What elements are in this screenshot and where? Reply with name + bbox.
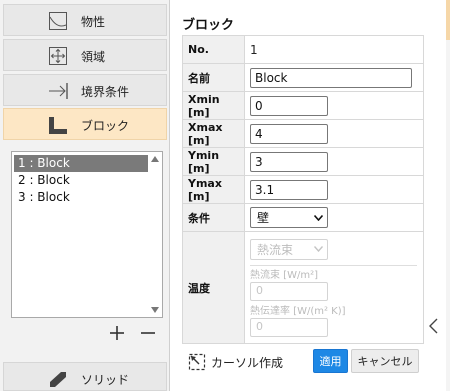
scrollbar-thumb[interactable] xyxy=(446,0,450,40)
ymin-field[interactable] xyxy=(250,151,328,172)
xmax-field[interactable] xyxy=(250,123,328,144)
nav-item-label: 境界条件 xyxy=(81,85,130,99)
table-row: No. 1 xyxy=(182,35,424,64)
nav-item-label: 物性 xyxy=(81,15,106,29)
temperature-label: 温度 xyxy=(182,231,245,344)
nav-item-label: 領域 xyxy=(81,50,106,64)
list-item[interactable]: 1 : Block xyxy=(14,155,148,172)
ymax-field[interactable] xyxy=(250,179,328,200)
boundary-arrow-icon xyxy=(49,83,68,99)
scroll-down-icon[interactable] xyxy=(151,306,159,314)
name-field[interactable] xyxy=(250,67,412,88)
cursor-create-label: カーソル作成 xyxy=(211,355,284,370)
table-row: 名前 xyxy=(182,63,424,92)
temperature-mode-select[interactable]: 熱流束 xyxy=(250,238,328,260)
temperature-mode-value: 熱流束 xyxy=(257,242,294,257)
nav-item-boundary[interactable]: 境界条件 xyxy=(3,74,167,106)
ymin-label: Ymin [m] xyxy=(182,147,245,176)
block-list[interactable]: 1 : Block 2 : Block 3 : Block xyxy=(11,151,163,318)
add-block-icon[interactable] xyxy=(107,323,127,343)
xmax-label: Xmax [m] xyxy=(182,119,245,148)
properties-table: No. 1 名前 Xmin [m] Xmax [m] Ymin [m] Ymax… xyxy=(182,35,424,344)
list-item[interactable]: 3 : Block xyxy=(14,189,148,206)
xmin-label: Xmin [m] xyxy=(182,91,245,120)
htc-field[interactable]: 0 xyxy=(250,317,328,337)
nav-item-block[interactable]: ブロック xyxy=(3,108,167,140)
heat-flux-label: 熱流束 [W/m²] xyxy=(250,269,318,281)
scroll-up-icon[interactable] xyxy=(151,155,159,163)
table-row: 条件 壁 xyxy=(182,203,424,232)
block-icon xyxy=(49,117,67,134)
table-row: Xmax [m] xyxy=(182,119,424,148)
apply-button[interactable]: 適用 xyxy=(313,349,348,373)
divider xyxy=(250,264,417,266)
list-item[interactable]: 2 : Block xyxy=(14,172,148,189)
domain-icon xyxy=(49,47,67,65)
condition-select-value: 壁 xyxy=(257,211,270,225)
block-properties-panel: ブロック No. 1 名前 Xmin [m] Xmax [m] Ymin [m]… xyxy=(174,0,446,391)
cancel-button[interactable]: キャンセル xyxy=(351,349,419,373)
nav-item-label: ブロック xyxy=(81,119,130,133)
table-row: Ymin [m] xyxy=(182,147,424,176)
nav-item-material[interactable]: 物性 xyxy=(3,4,167,36)
condition-label: 条件 xyxy=(182,203,245,232)
no-value: 1 xyxy=(244,35,424,64)
ymax-label: Ymax [m] xyxy=(182,175,245,204)
remove-block-icon[interactable] xyxy=(138,323,158,343)
chevron-left-icon[interactable] xyxy=(427,317,441,335)
nav-item-label: ソリッド xyxy=(81,373,130,387)
solid-icon xyxy=(50,372,66,387)
panel-title: ブロック xyxy=(182,18,235,33)
nav-item-solid[interactable]: ソリッド xyxy=(3,362,167,391)
htc-label: 熱伝達率 [W/(m² K)] xyxy=(250,305,346,317)
heat-flux-field[interactable]: 0 xyxy=(250,281,328,301)
material-icon xyxy=(49,12,67,30)
cursor-create-icon xyxy=(188,353,206,371)
condition-select[interactable]: 壁 xyxy=(250,207,328,228)
cursor-create-button[interactable]: カーソル作成 xyxy=(188,353,283,371)
nav-item-domain[interactable]: 領域 xyxy=(3,39,167,71)
name-label: 名前 xyxy=(182,63,245,92)
table-row: 温度 熱流束 熱流束 [W/m²] 0 熱伝達率 [W/(m² K)] 0 xyxy=(182,231,424,344)
table-row: Ymax [m] xyxy=(182,175,424,204)
page-scrollbar[interactable] xyxy=(446,0,450,391)
chevron-down-icon xyxy=(314,214,323,221)
table-row: Xmin [m] xyxy=(182,91,424,120)
chevron-down-icon xyxy=(314,246,323,252)
no-label: No. xyxy=(182,35,245,64)
left-sidebar: 物性 領域 境界条件 ブロック 1 : Block 2 : Block 3 : … xyxy=(0,0,170,391)
xmin-field[interactable] xyxy=(250,95,328,116)
